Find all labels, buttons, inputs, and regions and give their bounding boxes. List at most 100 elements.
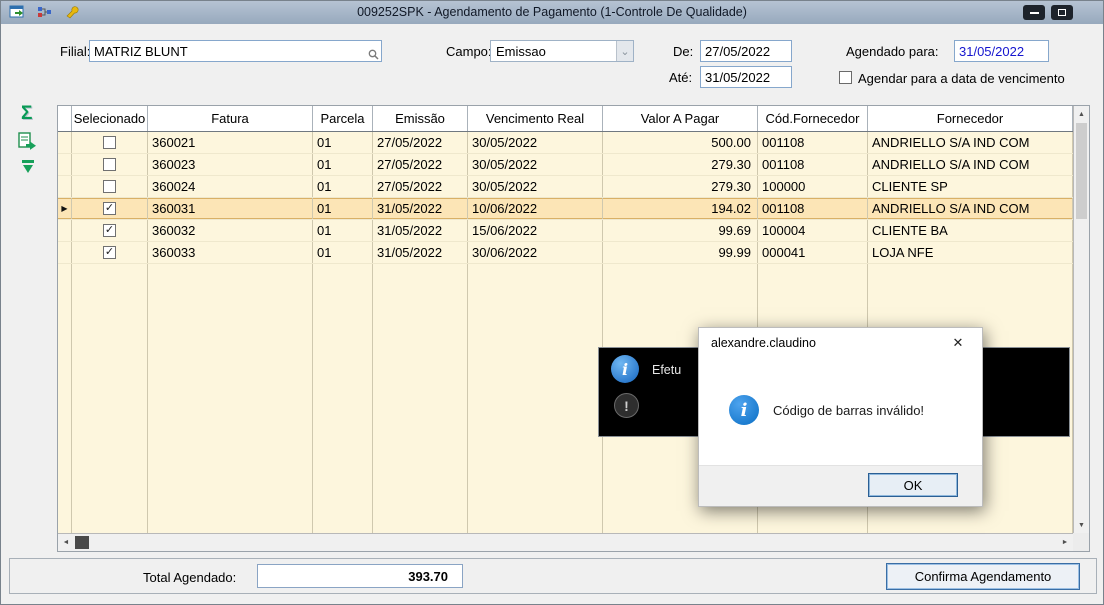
row-checkbox[interactable]: ✓ xyxy=(103,246,116,259)
header-cod-fornecedor[interactable]: Cód.Fornecedor xyxy=(758,106,868,131)
go-to-bottom-icon[interactable] xyxy=(20,159,36,174)
de-input[interactable]: 27/05/2022 xyxy=(700,40,792,62)
cell-fornecedor: ANDRIELLO S/A IND COM xyxy=(868,154,1073,175)
ok-button[interactable]: OK xyxy=(868,473,958,497)
cell-valor: 279.30 xyxy=(603,176,758,197)
total-value: 393.70 xyxy=(408,568,448,584)
de-label: De: xyxy=(673,44,694,59)
cell-parcela: 01 xyxy=(313,176,373,197)
info-glyph: i xyxy=(740,399,748,421)
vertical-scrollbar[interactable]: ▲ ▼ xyxy=(1073,106,1089,533)
cell-cod: 001108 xyxy=(758,154,868,175)
cell-fatura: 360031 xyxy=(148,198,313,219)
cell-cod: 100000 xyxy=(758,176,868,197)
campo-label: Campo: xyxy=(446,44,492,59)
table-row[interactable]: 360021 01 27/05/2022 30/05/2022 500.00 001108… xyxy=(58,132,1073,154)
cell-emissao: 31/05/2022 xyxy=(373,242,468,263)
maximize-icon xyxy=(1058,9,1066,16)
cell-fatura: 360033 xyxy=(148,242,313,263)
header-fornecedor[interactable]: Fornecedor xyxy=(868,106,1073,131)
agendado-label: Agendado para: xyxy=(846,44,939,59)
cell-valor: 99.69 xyxy=(603,220,758,241)
magnifier-icon[interactable] xyxy=(368,49,379,60)
current-row-marker xyxy=(58,154,72,175)
confirm-button[interactable]: Confirma Agendamento xyxy=(886,563,1080,590)
agendado-input[interactable]: 31/05/2022 xyxy=(954,40,1049,62)
table-row[interactable]: 360024 01 27/05/2022 30/05/2022 279.30 100000… xyxy=(58,176,1073,198)
window-title: 009252SPK - Agendamento de Pagamento (1-… xyxy=(357,5,747,19)
ate-input[interactable]: 31/05/2022 xyxy=(700,66,792,88)
cell-vencimento: 30/06/2022 xyxy=(468,242,603,263)
table-row[interactable]: 360023 01 27/05/2022 30/05/2022 279.30 001108… xyxy=(58,154,1073,176)
cell-fornecedor: CLIENTE SP xyxy=(868,176,1073,197)
dialog-titlebar[interactable]: alexandre.claudino ✕ xyxy=(699,328,982,358)
hierarchy-icon[interactable] xyxy=(37,5,53,19)
row-select-cell[interactable] xyxy=(72,154,148,175)
ate-label: Até: xyxy=(669,70,693,85)
vertical-scroll-thumb[interactable] xyxy=(1076,123,1087,219)
horizontal-scrollbar[interactable]: ◄ ► xyxy=(58,533,1073,551)
cell-cod: 100004 xyxy=(758,220,868,241)
de-value: 27/05/2022 xyxy=(705,43,771,59)
minimize-icon xyxy=(1029,11,1039,14)
filial-label: Filial: xyxy=(60,44,91,59)
export-grid-icon[interactable] xyxy=(17,132,38,150)
vencimento-checkbox[interactable] xyxy=(839,71,852,84)
cell-parcela: 01 xyxy=(313,198,373,219)
export-window-icon[interactable] xyxy=(9,5,26,19)
dialog-message: Código de barras inválido! xyxy=(773,403,925,418)
row-select-cell[interactable] xyxy=(72,132,148,153)
scrollbar-corner xyxy=(1073,533,1089,551)
scroll-down-icon[interactable]: ▼ xyxy=(1074,517,1089,533)
ate-value: 31/05/2022 xyxy=(705,69,771,85)
row-select-cell[interactable]: ✓ xyxy=(72,198,148,219)
table-row[interactable]: ✓ 360033 01 31/05/2022 30/06/2022 99.99 000041… xyxy=(58,242,1073,264)
header-emissao[interactable]: Emissão xyxy=(373,106,468,131)
row-checkbox[interactable]: ✓ xyxy=(103,202,116,215)
scroll-left-icon[interactable]: ◄ xyxy=(58,534,74,551)
close-icon[interactable]: ✕ xyxy=(942,332,974,354)
header-parcela[interactable]: Parcela xyxy=(313,106,373,131)
header-fatura[interactable]: Fatura xyxy=(148,106,313,131)
row-checkbox[interactable] xyxy=(103,180,116,193)
row-select-cell[interactable]: ✓ xyxy=(72,220,148,241)
chevron-down-icon[interactable]: ⌄ xyxy=(616,41,633,61)
row-select-cell[interactable] xyxy=(72,176,148,197)
current-row-marker: ▶ xyxy=(58,198,72,219)
cell-vencimento: 30/05/2022 xyxy=(468,132,603,153)
window-controls xyxy=(1023,5,1073,20)
wrench-icon[interactable] xyxy=(64,4,80,19)
cell-vencimento: 30/05/2022 xyxy=(468,154,603,175)
cell-vencimento: 10/06/2022 xyxy=(468,198,603,219)
header-marker xyxy=(58,106,72,131)
filial-input[interactable]: MATRIZ BLUNT xyxy=(89,40,382,62)
maximize-button[interactable] xyxy=(1051,5,1073,20)
header-valor-a-pagar[interactable]: Valor A Pagar xyxy=(603,106,758,131)
cell-emissao: 31/05/2022 xyxy=(373,220,468,241)
campo-select[interactable]: Emissao ⌄ xyxy=(490,40,634,62)
table-header: Selecionado Fatura Parcela Emissão Venci… xyxy=(58,106,1073,132)
minimize-button[interactable] xyxy=(1023,5,1045,20)
header-selecionado[interactable]: Selecionado xyxy=(72,106,148,131)
vencimento-checkbox-label[interactable]: Agendar para a data de vencimento xyxy=(858,71,1065,86)
row-checkbox[interactable] xyxy=(103,158,116,171)
cell-parcela: 01 xyxy=(313,220,373,241)
horizontal-scroll-thumb[interactable] xyxy=(75,536,89,549)
row-checkbox[interactable] xyxy=(103,136,116,149)
row-select-cell[interactable]: ✓ xyxy=(72,242,148,263)
cell-vencimento: 15/06/2022 xyxy=(468,220,603,241)
table-row[interactable]: ✓ 360032 01 31/05/2022 15/06/2022 99.69 100004… xyxy=(58,220,1073,242)
exclamation-icon: ! xyxy=(614,393,639,418)
cell-cod: 001108 xyxy=(758,198,868,219)
cell-valor: 279.30 xyxy=(603,154,758,175)
sum-icon[interactable]: Σ xyxy=(21,103,32,125)
scroll-up-icon[interactable]: ▲ xyxy=(1074,106,1089,122)
scroll-right-icon[interactable]: ► xyxy=(1057,534,1073,551)
footer-bar: Total Agendado: 393.70 Confirma Agendame… xyxy=(9,558,1097,594)
cell-emissao: 27/05/2022 xyxy=(373,176,468,197)
current-row-marker xyxy=(58,242,72,263)
header-vencimento-real[interactable]: Vencimento Real xyxy=(468,106,603,131)
row-checkbox[interactable]: ✓ xyxy=(103,224,116,237)
cell-cod: 000041 xyxy=(758,242,868,263)
table-row[interactable]: ▶ ✓ 360031 01 31/05/2022 10/06/2022 194.02 0011… xyxy=(58,198,1073,220)
